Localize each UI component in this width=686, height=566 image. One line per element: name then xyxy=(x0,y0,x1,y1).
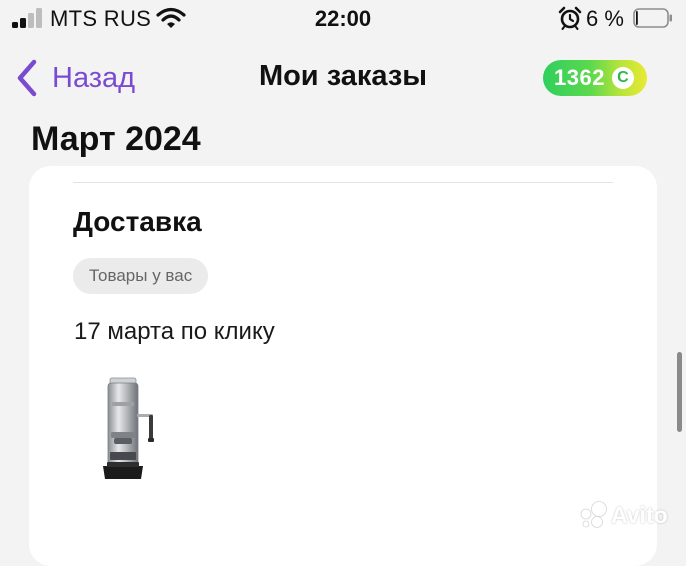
avito-logo-icon xyxy=(580,501,607,528)
status-badge-label: Товары у вас xyxy=(89,266,193,285)
avito-watermark: Avito xyxy=(578,500,668,530)
battery-percent: 6 % xyxy=(586,6,624,31)
bonus-badge[interactable]: 1362 С xyxy=(543,60,647,96)
avito-brand: Avito xyxy=(611,501,668,528)
status-time: 22:00 xyxy=(314,6,372,31)
month-heading: Март 2024 xyxy=(31,120,201,158)
battery-icon xyxy=(633,8,672,28)
status-badge: Товары у вас xyxy=(73,258,209,294)
nav-bar: Назад Мои заказы 1362 С xyxy=(0,48,686,108)
delivery-date: 17 марта по клику xyxy=(74,318,275,345)
order-card[interactable]: Доставка Товары у вас 17 марта по клику xyxy=(29,166,657,566)
bonus-value: 1362 xyxy=(554,65,605,90)
coffee-machine-image[interactable] xyxy=(99,376,159,482)
alarm-icon xyxy=(558,6,582,30)
order-type: Доставка xyxy=(73,206,202,237)
scrollbar[interactable] xyxy=(677,352,682,432)
status-bar: MTS RUS 22:00 6 % xyxy=(0,0,686,38)
divider xyxy=(73,182,613,183)
bonus-coin-icon: С xyxy=(611,67,634,89)
